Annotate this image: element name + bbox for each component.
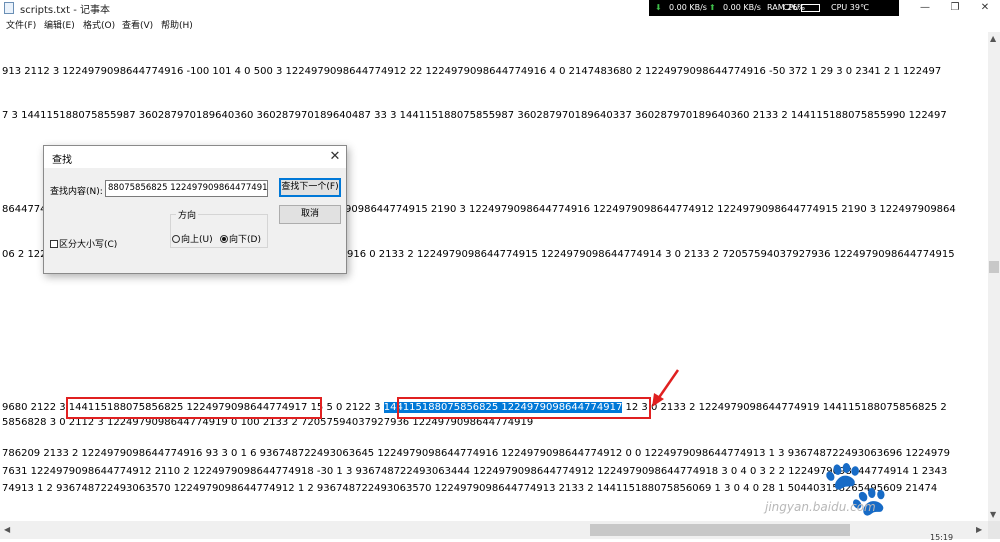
radio-unchecked-icon	[172, 235, 180, 243]
text-line: 913 2112 3 1224979098644774916 -100 101 …	[2, 66, 942, 77]
text-line: 06 2 122	[2, 249, 47, 261]
scrollbar-corner	[988, 521, 1000, 539]
match-case-label: 区分大小写(C)	[59, 240, 118, 250]
download-speed: 0.00 KB/s	[669, 3, 707, 12]
direction-down-radio[interactable]: 向下(D)	[220, 232, 261, 245]
vertical-scrollbar[interactable]: ▲ ▼	[988, 32, 1000, 521]
cpu-temperature: CPU 39℃	[831, 3, 869, 12]
menu-edit[interactable]: 编辑(E)	[44, 18, 75, 31]
upload-arrow-icon: ⬆	[709, 3, 716, 12]
text-line: 7 3 144115188075855987 36028797018964036…	[2, 110, 947, 121]
direction-up-radio[interactable]: 向上(U)	[172, 232, 213, 245]
checkbox-unchecked-icon	[50, 240, 58, 248]
match-case-checkbox[interactable]: 区分大小写(C)	[50, 237, 117, 250]
text-segment: 916 0 2133 2 1224979098644774915 1224979…	[347, 249, 955, 260]
radio-checked-icon	[220, 235, 228, 243]
scroll-left-arrow-icon[interactable]: ◀	[4, 525, 10, 534]
dialog-title-bar[interactable]: 查找 ✕	[44, 146, 346, 168]
annotation-box-left	[66, 397, 322, 419]
text-segment: 9098644774915 2190 3 1224979098644774916…	[345, 204, 956, 215]
close-button[interactable]: ✕	[970, 2, 1000, 16]
direction-down-label: 向下(D)	[229, 235, 261, 245]
text-line: 9098644774915 2190 3 1224979098644774916…	[345, 204, 956, 216]
cpu-usage-bar	[801, 4, 820, 12]
annotation-box-right	[397, 397, 651, 419]
menu-view[interactable]: 查看(V)	[122, 18, 153, 31]
upload-speed: 0.00 KB/s	[723, 3, 761, 12]
horizontal-scroll-thumb[interactable]	[590, 524, 850, 536]
horizontal-scrollbar[interactable]: ◀ ▶	[0, 521, 988, 539]
scroll-up-arrow-icon[interactable]: ▲	[990, 34, 996, 43]
title-bar: scripts.txt - 记事本 ⬇ 0.00 KB/s ⬆ 0.00 KB/…	[0, 0, 1000, 16]
direction-label: 方向	[176, 208, 199, 221]
text-segment: 9680 2122 3	[2, 402, 69, 413]
watermark-text: jingyan.baidu.com	[765, 500, 876, 514]
text-segment: 06 2 122	[2, 249, 47, 260]
maximize-button[interactable]: ❐	[940, 2, 970, 16]
cpu-label: CPU	[783, 3, 800, 12]
dialog-close-icon[interactable]: ✕	[326, 148, 344, 166]
menu-bar: 文件(F) 编辑(E) 格式(O) 查看(V) 帮助(H)	[0, 16, 1000, 32]
menu-file[interactable]: 文件(F)	[6, 18, 36, 31]
find-what-label: 查找内容(N):	[50, 187, 103, 197]
find-dialog: 查找 ✕ 查找内容(N): 88075856825 12249790986447…	[43, 145, 347, 274]
text-segment: 8644774	[2, 204, 47, 215]
minimize-button[interactable]: —	[910, 2, 940, 16]
text-line: 8644774	[2, 204, 47, 216]
scroll-right-arrow-icon[interactable]: ▶	[976, 525, 982, 534]
menu-help[interactable]: 帮助(H)	[161, 18, 193, 31]
download-arrow-icon: ⬇	[655, 3, 662, 12]
find-next-button[interactable]: 查找下一个(F)	[279, 178, 341, 197]
cancel-button[interactable]: 取消	[279, 205, 341, 224]
find-what-input[interactable]: 88075856825 1224979098644774917	[105, 180, 268, 197]
menu-format[interactable]: 格式(O)	[83, 18, 115, 31]
text-line: 916 0 2133 2 1224979098644774915 1224979…	[347, 249, 955, 261]
window-title: scripts.txt - 记事本	[20, 5, 110, 16]
annotation-arrow-icon	[652, 369, 680, 407]
vertical-scroll-thumb[interactable]	[989, 261, 999, 273]
direction-up-label: 向上(U)	[181, 235, 213, 245]
dialog-title: 查找	[52, 155, 72, 166]
network-meter: ⬇ 0.00 KB/s ⬆ 0.00 KB/s RAM 26% CPU CPU …	[649, 0, 899, 16]
scroll-down-arrow-icon[interactable]: ▼	[990, 510, 996, 519]
text-line: 7631 1224979098644774912 2110 2 12249790…	[2, 466, 948, 477]
text-line: 74913 1 2 936748722493063570 12249790986…	[2, 483, 938, 494]
taskbar-clock: 15:19	[930, 533, 954, 542]
text-editor[interactable]: 913 2112 3 1224979098644774916 -100 101 …	[0, 32, 988, 521]
notepad-icon	[4, 2, 14, 14]
text-line: 786209 2133 2 1224979098644774916 93 3 0…	[2, 448, 950, 459]
